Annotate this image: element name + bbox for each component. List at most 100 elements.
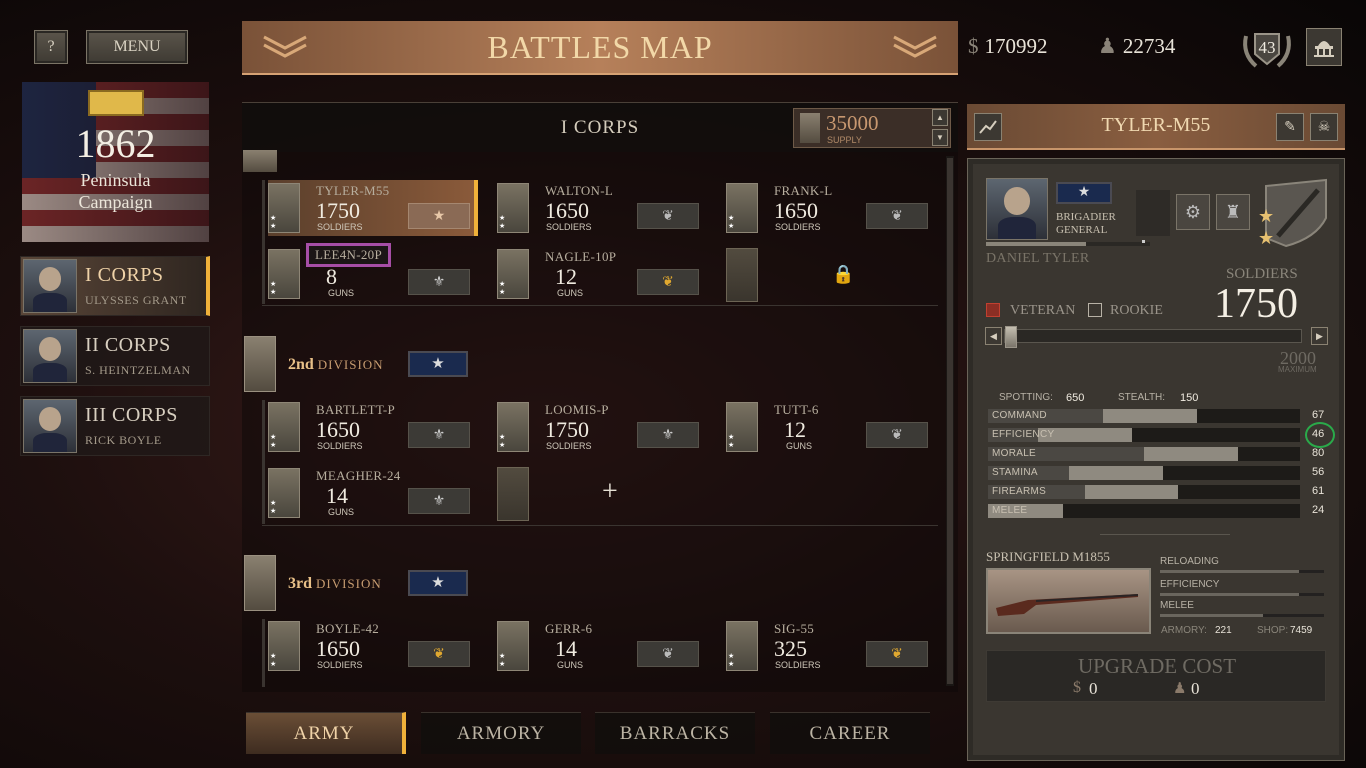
star-icon: ★	[431, 575, 445, 591]
division-line	[262, 619, 265, 687]
stat-label: MELEE	[992, 505, 1028, 516]
weapon-image[interactable]	[986, 568, 1151, 634]
leaf-icon: ❦	[637, 641, 699, 667]
unit-card[interactable]: FRANK-L 1650 SOLDIERS ❦	[726, 180, 936, 236]
chevron-down-icon[interactable]	[892, 35, 938, 59]
supply-up-button[interactable]: ▲	[932, 109, 948, 126]
star-icon: ★	[1077, 185, 1091, 200]
slot-indicator	[1142, 240, 1145, 243]
avatar	[23, 329, 77, 383]
add-unit-button[interactable]: +	[602, 476, 618, 508]
tab-barracks[interactable]: BARRACKS	[595, 712, 755, 754]
tab-army[interactable]: ARMY	[246, 712, 406, 754]
level-badge[interactable]: 43	[1238, 24, 1296, 72]
help-button[interactable]: ?	[34, 30, 68, 64]
money-value: 170992	[984, 34, 1048, 58]
chart-icon	[979, 120, 997, 134]
unit-card[interactable]: BOYLE-42 1650 SOLDIERS ❦	[268, 618, 478, 674]
unit-card[interactable]: GERR-6 14 GUNS ❦	[497, 618, 707, 674]
battles-map-title-bar: BATTLES MAP	[242, 21, 958, 75]
eagle-icon: ⚜	[408, 422, 470, 448]
campaign-card[interactable]: 1862 Peninsula Campaign	[22, 82, 209, 242]
menu-button[interactable]: MENU	[86, 30, 188, 64]
soldiers-count: 1750	[1214, 281, 1298, 327]
stats-button[interactable]	[974, 113, 1002, 141]
supply-label: SUPPLY	[827, 135, 862, 145]
tab-career[interactable]: CAREER	[770, 712, 930, 754]
soldier-icon: ♟	[1098, 34, 1117, 58]
unit-card[interactable]: TYLER-M55 1750 SOLDIERS ★	[268, 180, 478, 236]
cannon-badge-icon	[268, 468, 300, 518]
unit-name: BOYLE-42	[316, 621, 380, 636]
reloading-bar	[1160, 570, 1324, 573]
stat-bar-highlight	[1144, 447, 1238, 461]
division-line	[262, 400, 265, 524]
supply-down-button[interactable]: ▼	[932, 129, 948, 146]
unit-card[interactable]: SIG-55 325 SOLDIERS ❦	[726, 618, 936, 674]
corps-card-iii[interactable]: III CORPS RICK BOYLE	[20, 396, 210, 456]
cannon-perk-icon[interactable]: ⚙	[1176, 194, 1210, 230]
empty-perk-slot[interactable]	[1136, 190, 1170, 236]
leaf-icon: ❦	[866, 203, 928, 229]
chevron-down-icon[interactable]	[262, 35, 308, 59]
weapon-efficiency-label: EFFICIENCY	[1160, 579, 1220, 590]
unit-card[interactable]: NAGLE-10P 12 GUNS ❦	[497, 246, 707, 302]
soldiers-perk-icon[interactable]: ♜	[1216, 194, 1250, 230]
stat-bar-highlight	[1103, 409, 1198, 423]
unit-card[interactable]: LOOMIS-P 1750 SOLDIERS ⚜	[497, 399, 707, 455]
upgrade-cost-label: UPGRADE COST	[1077, 654, 1237, 678]
leaf-icon: ❦	[637, 203, 699, 229]
rename-button[interactable]: ✎	[1276, 113, 1304, 141]
unit-count: 14	[555, 636, 577, 661]
unit-card[interactable]: MEAGHER-24 14 GUNS ⚜	[268, 465, 478, 521]
level-value: 43	[1258, 38, 1276, 57]
unit-type: SOLDIERS	[775, 660, 821, 670]
division-header[interactable]: 2nd DIVISION ★	[242, 336, 958, 392]
soldiers-slider[interactable]	[1004, 326, 1302, 348]
rookie-label: ROOKIE	[1110, 303, 1163, 318]
unit-count: 14	[326, 483, 348, 508]
page-title: BATTLES MAP	[487, 28, 713, 65]
unit-card[interactable]: WALTON-L 1650 SOLDIERS ❦	[497, 180, 707, 236]
tab-armory[interactable]: ARMORY	[421, 712, 581, 754]
slider-thumb[interactable]	[1005, 326, 1017, 348]
unit-card[interactable]: BARTLETT-P 1650 SOLDIERS ⚜	[268, 399, 478, 455]
unit-card[interactable]: TUTT-6 12 GUNS ❦	[726, 399, 936, 455]
rifle-badge-icon	[268, 402, 300, 452]
cannon-badge-icon	[726, 402, 758, 452]
division-number: 2nd	[288, 356, 314, 373]
stat-value: 61	[1312, 485, 1325, 497]
corps-card-i[interactable]: I CORPS ULYSSES GRANT	[20, 256, 210, 316]
empty-slot[interactable]	[497, 467, 529, 521]
divider	[262, 305, 938, 306]
increase-soldiers-button[interactable]: ▶	[1311, 327, 1328, 345]
division-name: 3rd DIVISION	[288, 575, 382, 593]
star-icon: ★	[431, 356, 445, 372]
upgrade-cost-button[interactable]: UPGRADE COST $ 0 ♟ 0	[986, 650, 1326, 702]
unit-type: GUNS	[557, 288, 584, 298]
menu-label: MENU	[113, 38, 161, 55]
rifle-badge-icon	[268, 621, 300, 671]
disband-button[interactable]: ☠	[1310, 113, 1338, 141]
unit-count: 1650	[774, 198, 818, 223]
veteran-checkbox[interactable]	[986, 303, 1000, 317]
unit-type: SOLDIERS	[546, 222, 592, 232]
eagle-icon: ⚜	[408, 269, 470, 295]
shop-label: SHOP:	[1257, 625, 1289, 636]
rookie-checkbox[interactable]	[1088, 303, 1102, 317]
decrease-soldiers-button[interactable]: ◀	[985, 327, 1002, 345]
unit-count: 1750	[545, 417, 589, 442]
stat-stamina: STAMINA	[988, 466, 1300, 480]
supply-box: 35000 SUPPLY	[793, 108, 951, 148]
capitol-button[interactable]	[1306, 28, 1342, 66]
avatar	[23, 259, 77, 313]
star-icon: ★	[1258, 206, 1275, 226]
unit-card[interactable]: LEE4N-20P 8 GUNS ⚜	[268, 243, 478, 302]
division-header[interactable]: 3rd DIVISION ★	[242, 555, 958, 611]
soldiers-counter: ♟ 22734	[1098, 34, 1175, 59]
star-icon: ★	[408, 203, 470, 229]
stat-label: EFFICIENCY	[992, 429, 1055, 440]
unit-name: LOOMIS-P	[545, 402, 609, 417]
corps-card-ii[interactable]: II CORPS S. HEINTZELMAN	[20, 326, 210, 386]
stat-label: COMMAND	[992, 410, 1047, 421]
